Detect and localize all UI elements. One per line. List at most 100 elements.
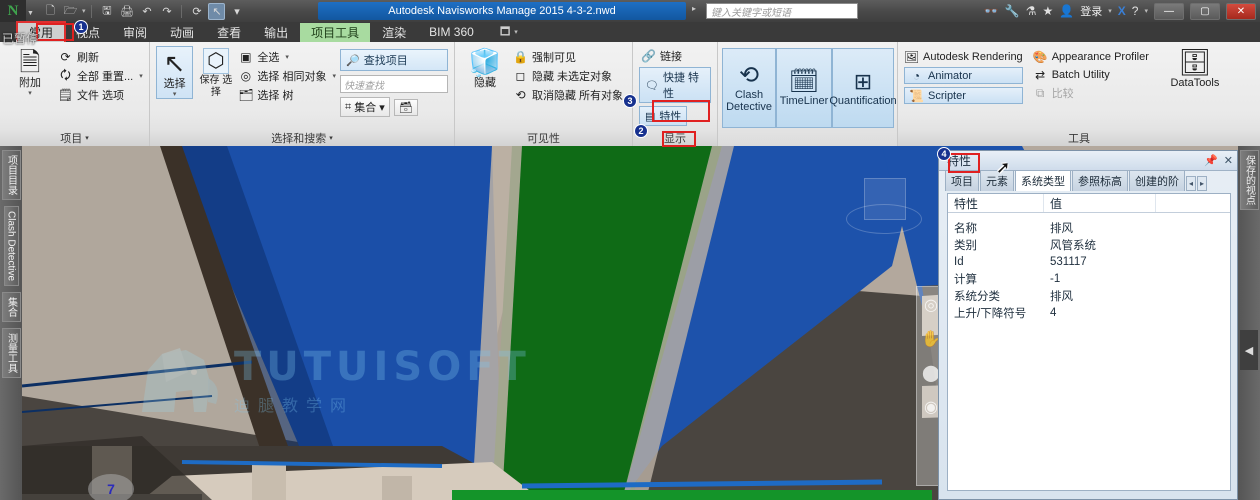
batch-utility-command[interactable]: ⇄ Batch Utility <box>1033 67 1149 82</box>
properties-tab-next-button[interactable]: ▸ <box>1197 176 1208 191</box>
links-icon: 🔗 <box>641 49 656 63</box>
attach-button[interactable]: 🗎 附加 ▾ <box>6 46 54 97</box>
select-dropdown-icon[interactable]: ▾ <box>173 90 177 98</box>
save-selection-button[interactable]: ⬡ 保存 选择 <box>197 46 234 99</box>
select-all-dropdown-icon[interactable]: ▾ <box>285 53 289 61</box>
datatools-button[interactable]: 🗄 DataTools <box>1165 46 1225 89</box>
table-row[interactable]: 类别 风管系统 <box>948 236 1230 253</box>
title-overflow-icon[interactable]: ▸ <box>692 4 696 13</box>
require-visible-command[interactable]: 🔒 强制可见 <box>513 49 623 65</box>
select-panel-expand-icon[interactable]: ▾ <box>329 134 333 142</box>
help-dropdown-icon[interactable]: ▾ <box>1144 7 1148 15</box>
collapse-arrow-icon[interactable]: ◀ <box>1240 330 1258 370</box>
steering-wheel-icon[interactable]: ◎ <box>924 295 938 315</box>
print-icon[interactable]: 🖨 <box>118 3 135 20</box>
table-row[interactable]: 系统分类 排风 <box>948 287 1230 304</box>
manage-sets-button[interactable]: 🗃 <box>393 98 418 116</box>
quantification-button[interactable]: ⊞ Quantification <box>829 48 897 128</box>
datatools-icon: 🗄 <box>1178 47 1212 77</box>
selection-tree-icon: 🗂 <box>238 88 254 102</box>
appearance-profiler-command[interactable]: 🎨 Appearance Profiler <box>1033 49 1149 64</box>
close-icon[interactable]: ✕ <box>1224 154 1233 167</box>
reset-all-dropdown-icon[interactable]: ▾ <box>139 72 143 80</box>
maximize-button[interactable]: ▢ <box>1190 2 1220 20</box>
project-panel-expand-icon[interactable]: ▾ <box>85 134 89 142</box>
view-cube-compass-ring[interactable] <box>846 204 922 234</box>
ribbon-tab-animation[interactable]: 动画 <box>159 23 205 42</box>
properties-tab-created-phase[interactable]: 创建的阶 <box>1129 170 1185 191</box>
table-row[interactable]: 名称 排风 <box>948 219 1230 236</box>
login-dropdown-icon[interactable]: ▾ <box>1108 7 1112 15</box>
undo-icon[interactable]: ↶ <box>138 3 155 20</box>
close-button[interactable]: ✕ <box>1226 2 1256 20</box>
app-menu-caret-icon[interactable]: ▼ <box>27 10 34 17</box>
quick-properties-button[interactable]: 🗨 快捷 特性 <box>639 67 711 103</box>
select-all-icon: ▣ <box>240 50 252 64</box>
table-row[interactable]: 上升/下降符号 4 <box>948 304 1230 321</box>
hide-unselected-command[interactable]: ◻ 隐藏 未选定对象 <box>513 68 623 84</box>
redo-icon[interactable]: ↷ <box>158 3 175 20</box>
ribbon-tab-project-tools[interactable]: 项目工具 <box>300 22 371 42</box>
clash-detective-button[interactable]: ⟲ Clash Detective <box>722 48 776 128</box>
table-row[interactable]: 计算 -1 <box>948 270 1230 287</box>
ribbon-tab-output[interactable]: 输出 <box>253 23 299 42</box>
search-input[interactable]: 键入关键字或短语 <box>706 3 858 19</box>
ribbon-tab-bim360[interactable]: BIM 360 <box>418 24 485 40</box>
find-items-button[interactable]: 🔎 查找项目 <box>340 49 448 71</box>
select-same-dropdown-icon[interactable]: ▾ <box>332 72 336 80</box>
user-icon[interactable]: 👤 <box>1059 4 1074 18</box>
table-row[interactable]: Id 531117 <box>948 253 1230 270</box>
links-command[interactable]: 🔗 链接 <box>639 48 682 64</box>
pin-icon[interactable]: 📌 <box>1204 154 1218 167</box>
new-file-icon[interactable]: 🗋 <box>42 3 59 20</box>
help-icon[interactable]: ? <box>1132 4 1139 18</box>
sidebar-tab-measure-tools[interactable]: 测量工具 <box>1 328 21 379</box>
selection-tree-command[interactable]: 🗂 选择 树 <box>238 87 336 103</box>
timeliner-button[interactable]: 🗓 TimeLiner <box>776 48 832 128</box>
properties-tab-item[interactable]: 项目 <box>945 170 979 191</box>
datatools-label: DataTools <box>1170 77 1220 89</box>
sets-combo[interactable]: ⌗ 集合 ▾ <box>340 97 390 117</box>
sidebar-tab-sets[interactable]: 集合 <box>1 292 21 323</box>
attach-dropdown-icon[interactable]: ▾ <box>28 89 32 97</box>
open-dropdown-icon[interactable]: ▾ <box>82 7 86 15</box>
properties-tab-prev-button[interactable]: ◂ <box>1186 176 1197 191</box>
select-cursor-icon[interactable]: ↖ <box>208 2 226 20</box>
star-icon[interactable]: ★ <box>1043 4 1054 18</box>
quick-find-input[interactable]: 快速查找 <box>340 75 448 93</box>
exchange-icon[interactable]: ⚗ <box>1026 4 1037 18</box>
properties-tab-reference-level[interactable]: 参照标高 <box>1072 170 1128 191</box>
animator-button[interactable]: ◔ Animator <box>904 67 1023 84</box>
exchange-x-icon[interactable]: X <box>1118 4 1126 18</box>
camera-dropdown-icon[interactable]: ▾ <box>514 28 518 36</box>
sidebar-tab-clash-detective[interactable]: Clash Detective <box>3 206 19 287</box>
ribbon-tab-render[interactable]: 渲染 <box>371 23 417 42</box>
sidebar-tab-saved-viewpoints[interactable]: 保存的视点 <box>1239 150 1259 210</box>
select-button[interactable]: ↖ 选择 ▾ <box>156 46 194 99</box>
select-all-command[interactable]: ▣ 全选 ▾ <box>238 49 336 65</box>
file-options-command[interactable]: 🗒 文件 选项 <box>58 87 143 103</box>
sets-dropdown-icon[interactable]: ▾ <box>379 101 385 114</box>
save-icon[interactable]: 🖫 <box>98 3 115 20</box>
ribbon-tab-review[interactable]: 审阅 <box>112 23 158 42</box>
refresh-icon[interactable]: ⟳ <box>188 3 205 20</box>
qat-dropdown-icon[interactable]: ▾ <box>228 3 245 20</box>
hide-button[interactable]: 🧊 隐藏 <box>461 46 509 89</box>
properties-tab-system-type[interactable]: 系统类型 <box>1015 170 1071 191</box>
binoculars-icon[interactable]: 👓 <box>984 4 999 18</box>
refresh-command[interactable]: ⟳ 刷新 <box>58 49 143 65</box>
app-logo-icon[interactable]: N <box>0 0 26 22</box>
open-file-icon[interactable]: 🗁 <box>62 3 79 20</box>
unhide-all-command[interactable]: ⟲ 取消隐藏 所有对象 <box>513 87 623 103</box>
scripter-button[interactable]: 📜 Scripter <box>904 87 1023 104</box>
wrench-icon[interactable]: 🔧 <box>1005 4 1020 18</box>
camera-icon[interactable]: 🗖 <box>500 23 510 42</box>
select-same-command[interactable]: ◎ 选择 相同对象 ▾ <box>238 68 336 84</box>
sidebar-tab-project-browser[interactable]: 项目目录 <box>1 150 21 200</box>
login-label[interactable]: 登录 <box>1080 3 1102 19</box>
autodesk-rendering-command[interactable]: 🖼 Autodesk Rendering <box>904 49 1023 64</box>
ribbon-tab-view[interactable]: 查看 <box>206 23 252 42</box>
reset-all-command[interactable]: 🗘 全部 重置... ▾ <box>58 68 143 84</box>
minimize-button[interactable]: — <box>1154 2 1184 20</box>
orbit-icon[interactable]: ◉ <box>924 397 938 417</box>
